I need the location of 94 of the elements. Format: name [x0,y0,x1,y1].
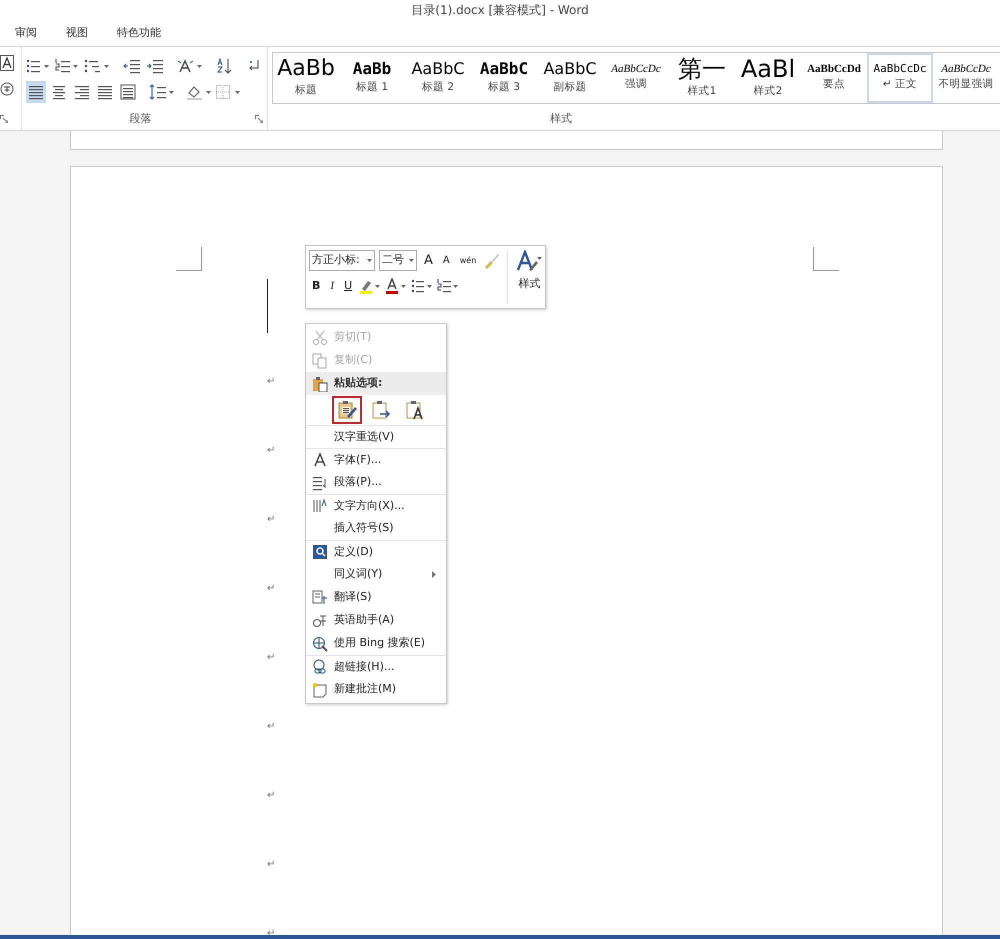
menu-item[interactable]: 超链接(H)... [306,655,446,678]
phonetic-guide-button[interactable]: wén [456,250,480,270]
menu-item[interactable]: 汉字重选(V) [306,425,446,448]
paste-keep-formatting-icon [337,400,357,420]
style-gallery-item[interactable]: 第一 样式1 [669,53,735,103]
crop-mark [176,247,202,271]
menu-item[interactable]: 使用 Bing 搜索(E) [306,632,446,655]
group-label: 段落 [130,110,152,126]
paragraph-mark: ↵ [267,513,276,527]
paste-option-button[interactable] [332,396,362,424]
style-gallery-item[interactable]: AaBbCcDd 要点 [801,53,867,103]
bullet-list-icon[interactable] [26,58,50,74]
dialog-launcher-icon[interactable] [0,115,8,123]
book-search-icon [312,544,328,560]
menu-item[interactable]: 文字方向(X)... [306,494,446,517]
hyperlink-icon [312,659,328,675]
ribbon-tab[interactable]: 特色功能 [102,24,175,42]
increase-indent-icon[interactable] [146,58,164,74]
style-gallery-item[interactable]: AaBb 标题 [273,53,339,103]
paste-text-only-icon [405,400,425,420]
font-color-icon[interactable] [385,278,408,294]
paragraph-mark: ↵ [267,651,276,665]
align-left-button[interactable] [26,81,46,103]
paragraph-mark: ↵ [267,375,276,389]
styles-icon[interactable] [516,250,542,272]
align-right-icon [74,84,90,100]
menu-item[interactable]: 同义词(Y) [306,563,446,586]
align-left-icon [28,84,44,100]
menu-item[interactable]: 插入符号(S) [306,517,446,540]
asian-layout-icon[interactable] [177,58,203,74]
justify-icon [97,84,113,100]
paragraph-mark: ↵ [267,927,276,937]
scissors-icon [312,330,328,346]
style-gallery-item[interactable]: AaBbC 标题 3 [471,53,537,103]
shading-icon[interactable] [186,84,212,100]
submenu-arrow-icon [432,571,436,578]
caret-icon [409,259,414,262]
ribbon-tab[interactable]: 审阅 [0,24,51,42]
ribbon-tab[interactable]: 视图 [51,24,102,42]
assistant-icon [312,612,328,628]
menu-item[interactable]: 英语助手(A) [306,609,446,632]
paragraph-icon [312,474,328,490]
size-select[interactable]: 二号 [379,250,417,271]
group-label: 样式 [550,110,572,126]
clipboard-icon [312,376,328,392]
numbered-list-icon[interactable] [55,58,79,74]
letter-a-icon [312,452,328,468]
style-gallery-item[interactable]: AaBbC 副标题 [537,53,603,103]
menu-item[interactable]: 定义(D) [306,540,446,563]
dialog-launcher-icon[interactable] [255,114,263,123]
line-spacing-icon[interactable] [149,84,175,100]
grow-font-button[interactable]: A [421,250,436,270]
enclosed-character-icon[interactable] [0,81,14,97]
bullet-list-icon[interactable] [411,278,434,294]
menu-item[interactable]: 段落(P)... [306,471,446,494]
style-gallery-item[interactable]: AaBbCcDc ↵ 正文 [867,53,933,103]
paragraph-mark: ↵ [267,582,276,596]
align-center-icon [51,84,67,100]
styles-button-label[interactable]: 样式 [518,276,540,292]
multilevel-list-icon[interactable] [84,58,110,74]
style-gallery-item[interactable]: AaBbCcDc 强调 [603,53,669,103]
numbered-list-icon[interactable] [437,278,460,294]
translate-icon [312,590,328,606]
paragraph-mark: ↵ [267,720,276,734]
paste-merge-icon [371,400,391,420]
underline-button[interactable]: U [341,276,356,296]
sort-icon[interactable] [216,58,232,74]
text-direction-icon [312,498,328,514]
style-gallery-item[interactable]: AaBbC 标题 2 [405,53,471,103]
caret-icon [367,259,372,262]
menu-item[interactable]: 翻译(S) [306,586,446,609]
style-gallery-item[interactable]: AaBbCcDc 不明显强调 [933,53,999,103]
window-title: 目录(1).docx [兼容模式] - Word [410,2,590,19]
bold-button[interactable]: B [309,276,324,296]
menu-item[interactable]: 新建批注(M) [306,678,446,701]
character-border-icon[interactable] [0,55,14,71]
style-gallery-item[interactable]: AaBb 标题 1 [339,53,405,103]
highlighter-icon[interactable] [359,278,382,294]
distributed-icon [120,84,136,100]
menu-section-header: 粘贴选项: [306,372,446,395]
paragraph-mark: ↵ [267,789,276,803]
copy-icon [312,352,328,368]
menu-item[interactable]: 字体(F)... [306,448,446,471]
style-gallery-item[interactable]: AaBl 样式2 [735,53,801,103]
font-select[interactable]: 方正小标: [309,250,375,271]
shrink-font-button[interactable]: A [440,250,453,270]
paragraph-mark: ↵ [267,858,276,872]
crop-mark [813,247,839,271]
comment-icon [312,682,328,698]
text-cursor [267,279,268,333]
paragraph-mark: ↵ [267,444,276,458]
decrease-indent-icon[interactable] [123,58,141,74]
italic-button[interactable]: I [327,276,338,296]
globe-search-icon [312,636,328,652]
